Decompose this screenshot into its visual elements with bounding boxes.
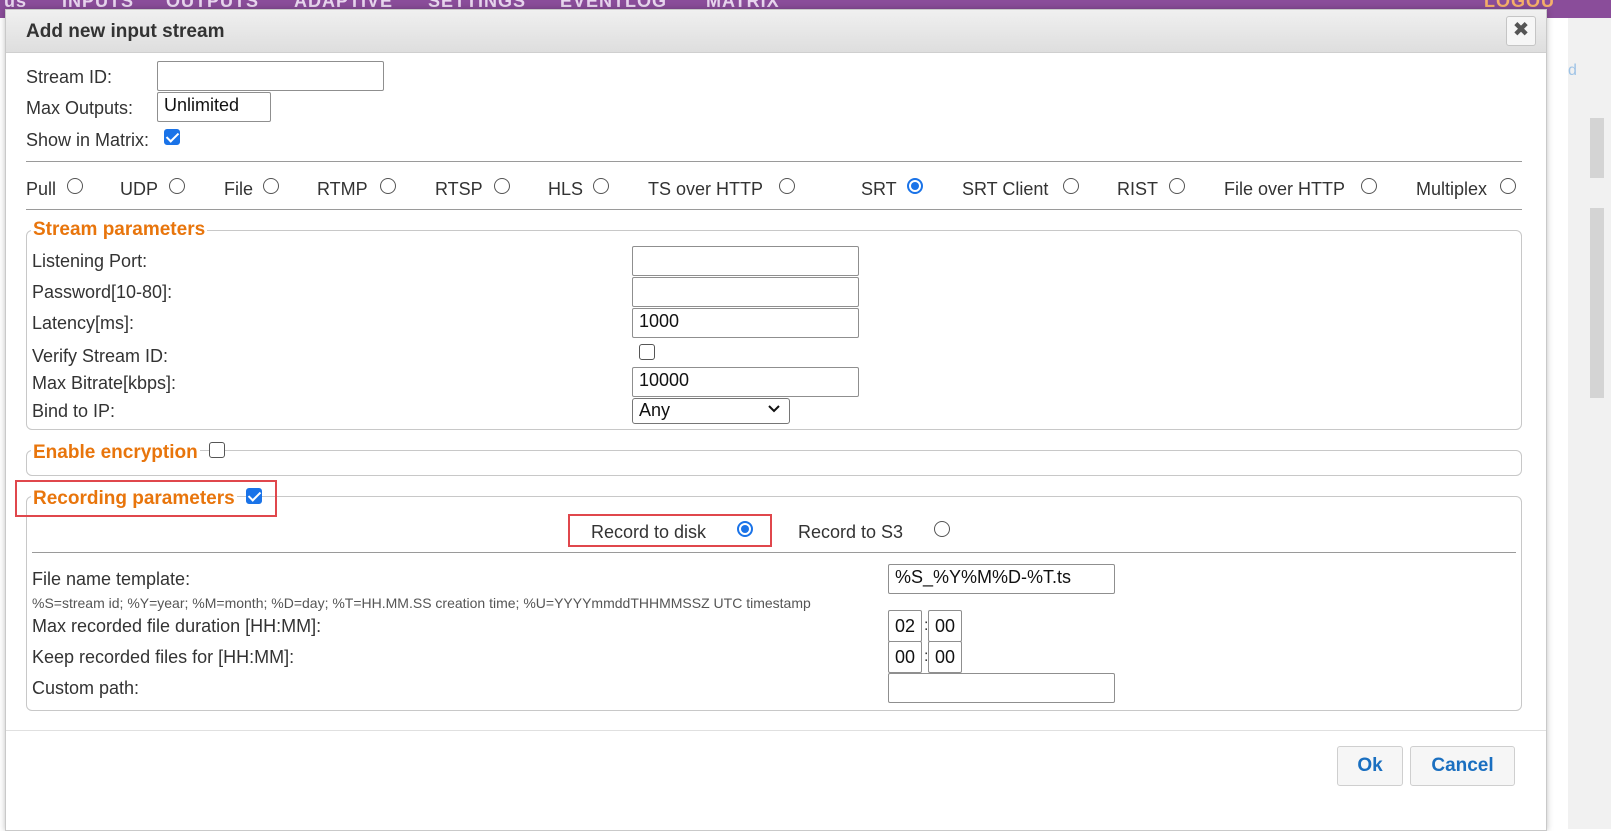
divider: [26, 209, 1522, 210]
close-icon: ✖: [1512, 19, 1530, 41]
type-rtsp-radio[interactable]: [494, 178, 510, 194]
type-srt-label: SRT: [861, 179, 897, 199]
type-udp-label: UDP: [120, 179, 159, 199]
type-udp-radio[interactable]: [169, 178, 185, 194]
keep-files-hours-input[interactable]: 00: [888, 641, 922, 673]
bind-to-ip-value: Any: [639, 400, 671, 420]
close-button[interactable]: ✖: [1506, 16, 1536, 46]
cancel-button[interactable]: Cancel: [1410, 746, 1515, 786]
type-rtmp-radio[interactable]: [380, 178, 396, 194]
type-hls-label: HLS: [548, 179, 584, 199]
type-srt-client-label: SRT Client: [962, 179, 1049, 199]
type-pull-radio[interactable]: [67, 178, 83, 194]
chevron-down-icon: [767, 402, 781, 419]
stream-id-label: Stream ID:: [26, 67, 113, 87]
type-rist-radio[interactable]: [1169, 178, 1185, 194]
keep-files-label: Keep recorded files for [HH:MM]:: [32, 647, 295, 667]
max-bitrate-input[interactable]: 10000: [632, 367, 859, 397]
bind-to-ip-select[interactable]: Any: [632, 398, 790, 424]
bg-side-link: d: [1568, 62, 1577, 79]
type-srt-radio[interactable]: [907, 178, 923, 194]
max-duration-label: Max recorded file duration [HH:MM]:: [32, 616, 322, 636]
verify-stream-id-label: Verify Stream ID:: [32, 346, 169, 366]
type-srt-client-radio[interactable]: [1063, 178, 1079, 194]
type-pull-label: Pull: [26, 179, 57, 199]
encryption-fieldset: [26, 450, 1522, 476]
max-duration-minutes-input[interactable]: 00: [928, 610, 962, 642]
dialog-title: Add new input stream: [26, 21, 225, 42]
latency-input[interactable]: 1000: [632, 308, 859, 338]
type-rtsp-label: RTSP: [435, 179, 483, 199]
type-file-radio[interactable]: [263, 178, 279, 194]
type-ts-over-http-radio[interactable]: [779, 178, 795, 194]
bg-scrollbar: [1590, 118, 1604, 178]
record-to-s3-label: Record to S3: [798, 522, 904, 542]
max-bitrate-label: Max Bitrate[kbps]:: [32, 373, 177, 393]
password-input[interactable]: [632, 277, 859, 307]
type-file-over-http-label: File over HTTP: [1224, 179, 1346, 199]
background-side-panel: d: [1568, 18, 1611, 829]
max-outputs-label: Max Outputs:: [26, 98, 134, 118]
show-in-matrix-label: Show in Matrix:: [26, 130, 150, 150]
file-name-template-label: File name template:: [32, 569, 191, 589]
template-hint: %S=stream id; %Y=year; %M=month; %D=day;…: [32, 595, 811, 611]
dialog-titlebar: Add new input stream ✖: [6, 10, 1546, 53]
file-name-template-input[interactable]: %S_%Y%M%D-%T.ts: [888, 564, 1115, 594]
password-label: Password[10-80]:: [32, 282, 173, 302]
enable-encryption-checkbox[interactable]: [209, 442, 225, 458]
stream-id-input[interactable]: [157, 61, 384, 91]
record-to-s3-radio[interactable]: [934, 521, 950, 537]
type-multiplex-label: Multiplex: [1416, 179, 1488, 199]
type-ts-over-http-label: TS over HTTP: [648, 179, 764, 199]
add-input-stream-dialog: Add new input stream ✖ Stream ID: Max Ou…: [5, 9, 1547, 831]
custom-path-input[interactable]: [888, 673, 1115, 703]
latency-label: Latency[ms]:: [32, 313, 135, 333]
highlight-box: [15, 480, 277, 517]
type-file-label: File: [224, 179, 254, 199]
highlight-box: [568, 514, 772, 547]
stream-parameters-legend: Stream parameters: [31, 219, 208, 241]
max-duration-hours-input[interactable]: 02: [888, 610, 922, 642]
listening-port-input[interactable]: [632, 246, 859, 276]
custom-path-label: Custom path:: [32, 678, 140, 698]
listening-port-label: Listening Port:: [32, 251, 148, 271]
show-in-matrix-checkbox[interactable]: [164, 129, 180, 145]
type-hls-radio[interactable]: [593, 178, 609, 194]
max-outputs-input[interactable]: Unlimited: [157, 92, 271, 122]
type-file-over-http-radio[interactable]: [1361, 178, 1377, 194]
bg-scrollbar: [1590, 208, 1604, 398]
footer-divider: [6, 730, 1546, 731]
verify-stream-id-checkbox[interactable]: [639, 344, 655, 360]
keep-files-minutes-input[interactable]: 00: [928, 641, 962, 673]
encryption-legend: Enable encryption: [31, 442, 200, 464]
divider: [26, 161, 1522, 162]
type-rist-label: RIST: [1117, 179, 1159, 199]
type-multiplex-radio[interactable]: [1500, 178, 1516, 194]
ok-button[interactable]: Ok: [1337, 746, 1403, 786]
type-rtmp-label: RTMP: [317, 179, 368, 199]
bind-to-ip-label: Bind to IP:: [32, 401, 116, 421]
divider: [32, 552, 1516, 553]
